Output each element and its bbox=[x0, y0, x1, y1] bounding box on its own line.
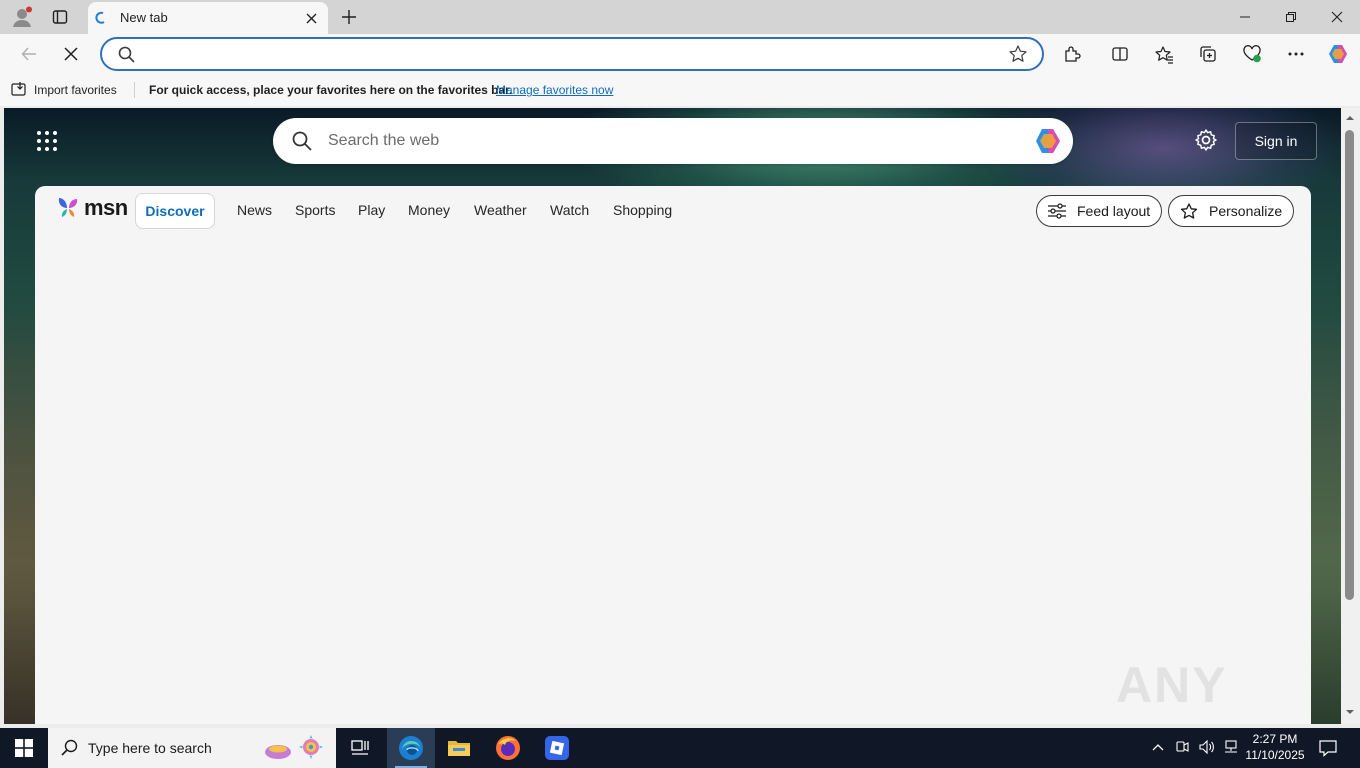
copilot-icon[interactable] bbox=[1324, 40, 1352, 68]
personalize-label: Personalize bbox=[1209, 203, 1283, 219]
tab-actions-icon[interactable] bbox=[46, 4, 74, 30]
clock-time: 2:27 PM bbox=[1252, 732, 1298, 746]
page-scrollbar[interactable] bbox=[1341, 108, 1360, 724]
split-screen-icon[interactable] bbox=[1106, 40, 1134, 68]
web-search-icon bbox=[292, 131, 312, 151]
personalize-button[interactable]: Personalize bbox=[1168, 195, 1295, 227]
favorites-icon[interactable] bbox=[1150, 40, 1178, 68]
nav-news[interactable]: News bbox=[237, 202, 272, 218]
favorites-bar: Import favorites For quick access, place… bbox=[0, 74, 1360, 106]
restore-icon[interactable] bbox=[1268, 0, 1314, 34]
tab-discover[interactable]: Discover bbox=[135, 193, 215, 229]
browser-essentials-icon[interactable] bbox=[1238, 40, 1266, 68]
back-icon[interactable] bbox=[14, 38, 44, 70]
feed-panel: msn Discover News Sports Play Money Weat… bbox=[35, 186, 1311, 724]
feed-layout-button[interactable]: Feed layout bbox=[1036, 195, 1163, 227]
address-input[interactable] bbox=[144, 44, 984, 64]
extensions-icon[interactable] bbox=[1058, 40, 1086, 68]
msn-logo-text: msn bbox=[84, 195, 128, 220]
msn-butterfly-icon bbox=[58, 198, 78, 217]
minimize-icon[interactable] bbox=[1222, 0, 1268, 34]
meet-now-icon[interactable] bbox=[1175, 740, 1189, 754]
volume-icon[interactable] bbox=[1199, 740, 1215, 754]
nav-shopping[interactable]: Shopping bbox=[613, 202, 672, 218]
nav-watch[interactable]: Watch bbox=[550, 202, 589, 218]
copilot-search-icon[interactable] bbox=[1033, 126, 1063, 156]
edge-icon[interactable] bbox=[387, 728, 435, 768]
manage-favorites-link[interactable]: Manage favorites now bbox=[496, 83, 613, 97]
scroll-thumb[interactable] bbox=[1345, 130, 1354, 600]
taskbar-search-placeholder: Type here to search bbox=[88, 740, 212, 756]
import-favorites-icon bbox=[11, 81, 28, 98]
notifications-icon[interactable] bbox=[1319, 739, 1337, 757]
web-search-box[interactable]: Search the web bbox=[273, 118, 1073, 164]
close-tab-icon[interactable] bbox=[300, 8, 322, 28]
edge-tab-icon bbox=[94, 11, 108, 25]
settings-gear-icon[interactable] bbox=[1194, 128, 1218, 152]
favorites-divider bbox=[134, 82, 135, 98]
roblox-icon[interactable] bbox=[533, 728, 581, 768]
browser-toolbar bbox=[0, 34, 1360, 74]
import-favorites-button[interactable]: Import favorites bbox=[34, 83, 117, 97]
file-explorer-icon[interactable] bbox=[435, 728, 483, 768]
clock-date: 11/10/2025 bbox=[1245, 748, 1305, 762]
taskbar-search-icon bbox=[61, 739, 79, 757]
tab-strip: New tab bbox=[0, 0, 1360, 34]
feed-layout-label: Feed layout bbox=[1077, 203, 1151, 219]
collections-icon[interactable] bbox=[1194, 40, 1222, 68]
more-icon[interactable] bbox=[1282, 40, 1310, 68]
apps-grid-icon[interactable] bbox=[36, 130, 58, 152]
sign-in-button[interactable]: Sign in bbox=[1235, 122, 1317, 160]
taskbar-search-box[interactable]: Type here to search bbox=[48, 728, 336, 768]
favorites-hint: For quick access, place your favorites h… bbox=[149, 83, 513, 97]
tab-title: New tab bbox=[120, 10, 168, 25]
new-tab-icon[interactable] bbox=[336, 4, 362, 30]
nav-play[interactable]: Play bbox=[358, 202, 385, 218]
scroll-up-icon[interactable] bbox=[1345, 114, 1355, 122]
nav-sports[interactable]: Sports bbox=[295, 202, 335, 218]
stop-loading-icon[interactable] bbox=[56, 38, 86, 70]
show-hidden-icons-icon[interactable] bbox=[1152, 742, 1164, 752]
task-view-icon[interactable] bbox=[336, 728, 384, 768]
sliders-icon bbox=[1048, 203, 1066, 219]
star-icon[interactable] bbox=[1008, 44, 1028, 64]
network-icon[interactable] bbox=[1223, 740, 1239, 754]
sparkle-star-icon bbox=[1180, 203, 1198, 219]
web-search-placeholder: Search the web bbox=[328, 132, 440, 149]
tab-new-tab[interactable]: New tab bbox=[88, 2, 328, 34]
window-close-icon[interactable] bbox=[1314, 0, 1360, 34]
nav-weather[interactable]: Weather bbox=[474, 202, 527, 218]
address-bar[interactable] bbox=[100, 37, 1044, 71]
taskbar: Type here to search 2:27 PM 11/10/2025 bbox=[0, 728, 1360, 768]
search-highlight-icon[interactable] bbox=[262, 734, 328, 762]
watermark: ANY RUN bbox=[1116, 657, 1228, 724]
firefox-icon[interactable] bbox=[484, 728, 532, 768]
scroll-down-icon[interactable] bbox=[1345, 708, 1355, 716]
nav-money[interactable]: Money bbox=[408, 202, 450, 218]
system-clock[interactable]: 2:27 PM 11/10/2025 bbox=[1240, 731, 1310, 763]
search-icon bbox=[118, 46, 135, 63]
profile-icon[interactable] bbox=[8, 4, 36, 30]
windows-start-icon[interactable] bbox=[0, 728, 48, 768]
msn-logo[interactable]: msn bbox=[56, 195, 128, 221]
msn-page: Search the web Sign in msn Discover News… bbox=[4, 108, 1341, 724]
